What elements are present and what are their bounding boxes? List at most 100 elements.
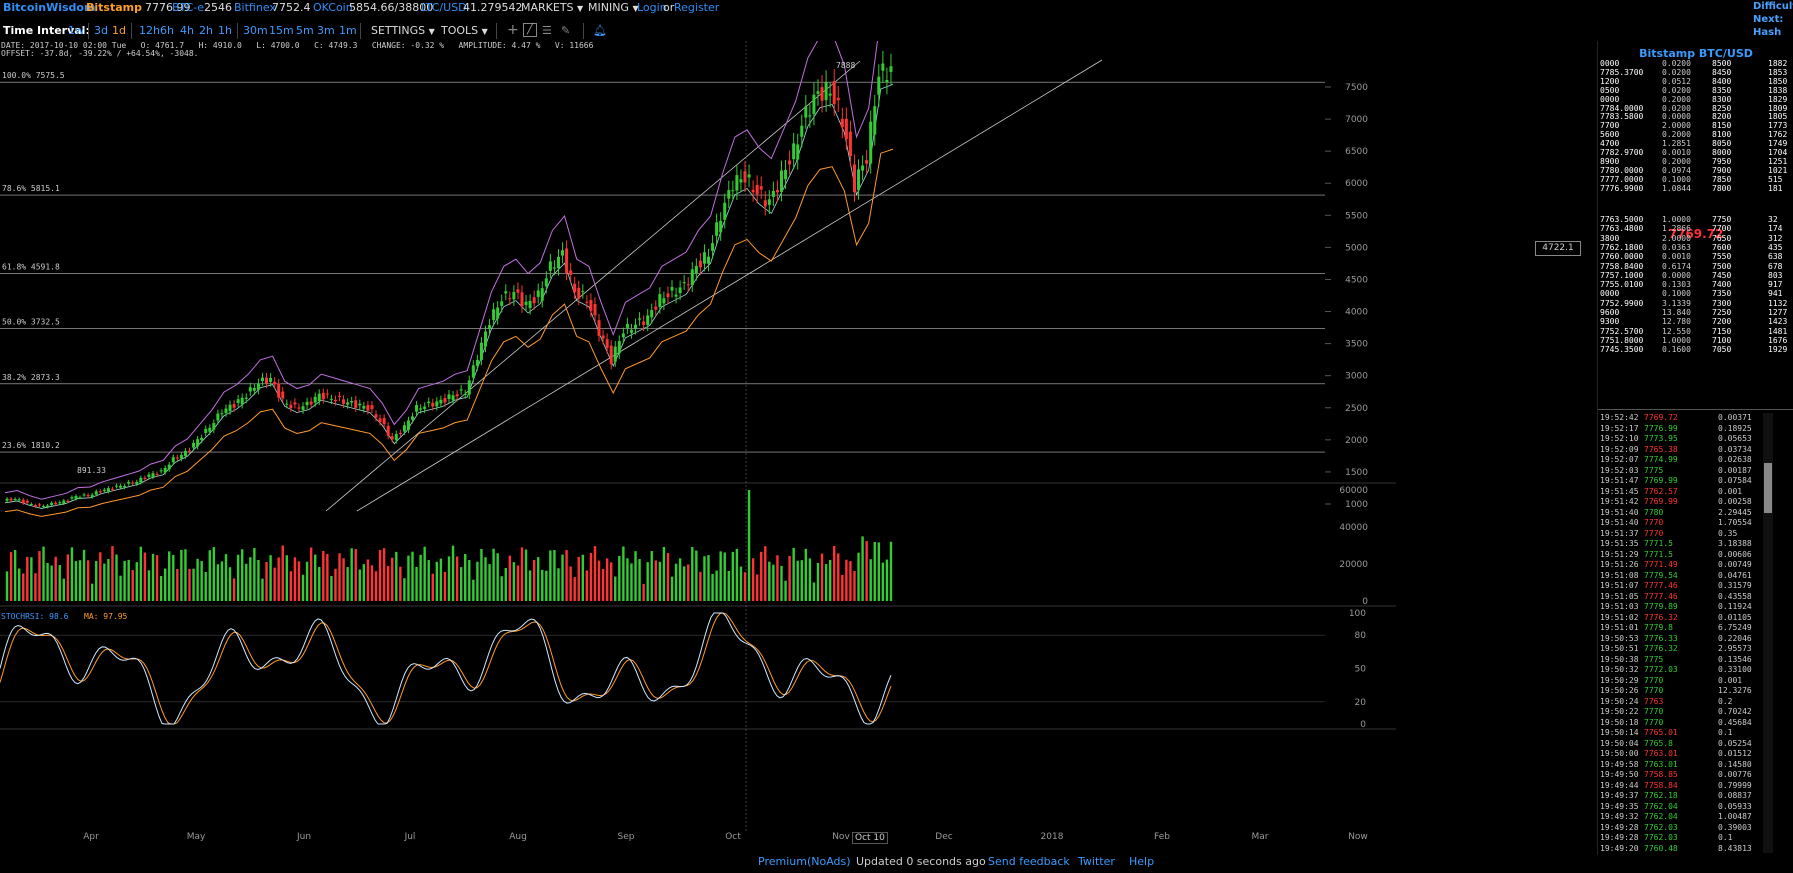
candle-body: [42, 506, 46, 508]
interval-2h[interactable]: 2h: [199, 24, 213, 37]
candle-body: [167, 464, 171, 470]
stoch-tick-label: 50: [1355, 665, 1367, 675]
volume-bar: [119, 575, 122, 601]
candle-body: [658, 294, 662, 307]
trade-time: 19:51:07: [1600, 581, 1639, 590]
volume-bar: [224, 554, 228, 601]
trade-amount: 0.00776: [1718, 770, 1752, 779]
line-tool-icon[interactable]: ╱: [523, 23, 537, 37]
interval-1w[interactable]: 1w: [68, 24, 84, 37]
volume-bar: [889, 541, 893, 601]
fib-tool-icon[interactable]: ☰: [542, 24, 552, 37]
ticker-okcoin-name[interactable]: OKCoin: [313, 1, 353, 14]
interval-1m[interactable]: 1m: [339, 24, 357, 37]
candle-body: [804, 106, 808, 118]
volume-bar: [670, 576, 674, 601]
volume-bar: [115, 554, 118, 601]
volume-bar: [103, 563, 106, 601]
ticker-bitstamp-name[interactable]: Bitstamp: [86, 1, 142, 14]
volume-bar: [58, 565, 61, 601]
trade-amount: 0.11924: [1718, 602, 1752, 611]
candle-body: [232, 404, 236, 408]
interval-4h[interactable]: 4h: [180, 24, 194, 37]
candle-body: [25, 500, 29, 503]
volume-bar: [496, 553, 499, 601]
candle-body: [861, 165, 865, 171]
stoch-tick-label: 100: [1349, 609, 1366, 619]
trade-time: 19:49:44: [1600, 780, 1639, 790]
bell-icon[interactable]: 🔔︎: [593, 24, 607, 37]
scroll-thumb[interactable]: [1764, 463, 1772, 513]
volume-bar: [407, 555, 410, 601]
offset-info-line: OFFSET: -37.8d, -39.22% / +64.54%, -3048…: [1, 49, 199, 58]
trades-scrollbar[interactable]: [1763, 413, 1773, 853]
brand-logo[interactable]: BitcoinWisdom: [3, 1, 95, 14]
volume-bar: [464, 553, 467, 601]
chart-area[interactable]: 7500 7000 6500 6000 5500 5000 4500 4000 3500 3000…: [0, 41, 1596, 855]
trade-row: 19:50:29 7770 0.001: [1600, 676, 1770, 686]
trade-time: 19:51:02: [1600, 612, 1639, 622]
chart-canvas[interactable]: 7500700065006000550050004500400035003000…: [0, 41, 1596, 855]
twitter-link[interactable]: Twitter: [1078, 855, 1115, 868]
interval-15m[interactable]: 15m: [269, 24, 294, 37]
trade-time: 19:52:10: [1600, 434, 1639, 443]
interval-6h[interactable]: 6h: [160, 24, 174, 37]
candle-body: [325, 393, 329, 395]
ticker-btce-name[interactable]: BTC-e: [172, 1, 204, 14]
trade-time: 19:52:09: [1600, 444, 1639, 454]
interval-1d[interactable]: 1d: [112, 24, 126, 37]
candle-body: [82, 494, 86, 496]
trend-line: [325, 60, 861, 512]
volume-bar: [630, 563, 633, 601]
feedback-link[interactable]: Send feedback: [988, 855, 1070, 868]
ticker-ltcusd-name[interactable]: LTC/USD: [421, 1, 467, 14]
candle-body: [577, 287, 581, 299]
ticker-bitfinex-name[interactable]: Bitfinex: [234, 1, 276, 14]
volume-bar: [78, 560, 82, 601]
fib-level-label: 23.6% 1810.2: [2, 441, 60, 450]
volume-bar: [593, 546, 597, 601]
tools-menu[interactable]: TOOLS ▼: [441, 24, 488, 37]
markets-menu[interactable]: MARKETS ▼: [521, 1, 583, 14]
trade-time: 19:50:04: [1600, 738, 1639, 748]
volume-bar: [520, 547, 524, 601]
candle-body: [179, 454, 183, 459]
settings-menu[interactable]: SETTINGS ▼: [371, 24, 435, 37]
trade-amount: 6.75249: [1718, 623, 1752, 632]
interval-3d[interactable]: 3d: [94, 24, 108, 37]
trade-time: 19:51:03: [1600, 602, 1639, 611]
volume-bar: [200, 561, 203, 601]
premium-link[interactable]: Premium(NoAds): [758, 855, 851, 868]
tools-label: TOOLS: [441, 24, 479, 37]
volume-bar: [253, 547, 256, 601]
trade-time: 19:52:17: [1600, 423, 1639, 433]
interval-30m[interactable]: 30m: [243, 24, 268, 37]
trade-time: 19:50:24: [1600, 696, 1639, 706]
volume-bar: [220, 561, 224, 601]
trade-row: 19:52:09 7765.38 0.03734: [1600, 445, 1770, 455]
volume-bar: [34, 573, 37, 601]
interval-5m[interactable]: 5m: [296, 24, 314, 37]
candle-body: [682, 282, 686, 284]
chevron-down-icon: ▼: [481, 27, 488, 36]
price-tick-label: 4000: [1345, 308, 1368, 318]
stoch-ma-line: [0, 612, 892, 725]
volume-bar: [772, 564, 775, 601]
trade-amount: 2.29445: [1718, 507, 1752, 517]
interval-1h[interactable]: 1h: [218, 24, 232, 37]
interval-3m[interactable]: 3m: [317, 24, 335, 37]
mining-menu[interactable]: MINING ▼: [588, 1, 639, 14]
crosshair-tool-icon[interactable]: +: [507, 22, 519, 38]
price-tick-label: 5500: [1345, 211, 1368, 221]
candle-body: [224, 408, 228, 413]
candle-body: [512, 292, 516, 300]
candle-body: [719, 220, 723, 233]
candle-body: [285, 403, 289, 405]
trade-row: 19:51:02 7776.32 0.01105: [1600, 613, 1770, 623]
pen-tool-icon[interactable]: ✎: [561, 24, 570, 37]
interval-12h[interactable]: 12h: [139, 24, 160, 37]
register-link[interactable]: Register: [674, 1, 719, 14]
trade-amount: 0.1: [1718, 833, 1733, 842]
help-link[interactable]: Help: [1129, 855, 1154, 868]
volume-bar: [155, 555, 159, 601]
